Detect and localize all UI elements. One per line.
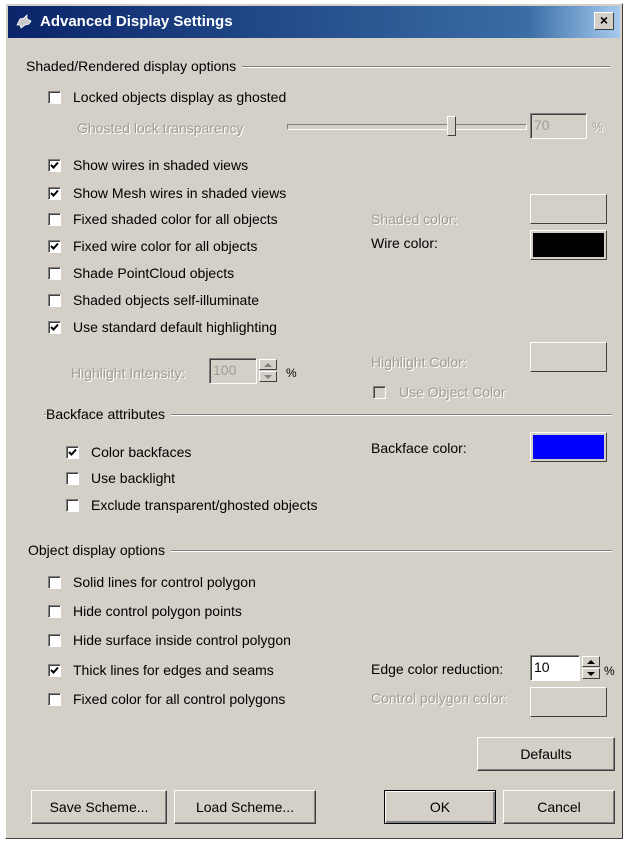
backface-color-swatch: [533, 435, 604, 459]
ghosted-transparency-slider-track[interactable]: [287, 124, 527, 130]
hide-surface-checkbox[interactable]: [48, 634, 61, 647]
close-button[interactable]: ×: [594, 12, 614, 30]
edge-reduction-up-button[interactable]: [582, 656, 600, 667]
backface-group-title: Backface attributes: [46, 406, 172, 422]
thick-lines-label: Thick lines for edges and seams: [73, 662, 274, 678]
highlight-intensity-label: Highlight Intensity:: [71, 365, 186, 381]
rhino-app-icon: [16, 14, 32, 29]
show-mesh-wires-label: Show Mesh wires in shaded views: [73, 185, 287, 201]
self-illuminate-checkbox[interactable]: [48, 294, 61, 307]
checkmark-icon: [68, 448, 77, 456]
highlight-intensity-up-button[interactable]: [259, 359, 277, 370]
color-backfaces-checkbox[interactable]: [66, 446, 79, 459]
checkmark-icon: [50, 666, 59, 674]
use-object-color-label: Use Object Color: [399, 384, 506, 400]
thick-lines-checkbox[interactable]: [48, 664, 61, 677]
load-scheme-button[interactable]: Load Scheme...: [174, 790, 316, 824]
wire-color-button[interactable]: [530, 230, 607, 260]
fixed-shaded-color-checkbox[interactable]: [48, 213, 61, 226]
use-backlight-label: Use backlight: [91, 470, 176, 486]
standard-highlighting-label: Use standard default highlighting: [73, 319, 277, 335]
self-illuminate-label: Shaded objects self-illuminate: [73, 292, 259, 308]
highlight-intensity-input[interactable]: 100: [209, 358, 257, 384]
shade-pointcloud-checkbox[interactable]: [48, 267, 61, 280]
ghosted-transparency-input[interactable]: 70: [530, 113, 587, 139]
control-polygon-color-label: Control polygon color:: [371, 690, 508, 706]
highlight-intensity-spinner[interactable]: [259, 359, 277, 383]
spin-down-icon: [587, 672, 595, 676]
locked-ghosted-label: Locked objects display as ghosted: [73, 89, 287, 105]
hide-surface-label: Hide surface inside control polygon: [73, 632, 291, 648]
hide-points-checkbox[interactable]: [48, 605, 61, 618]
save-scheme-button[interactable]: Save Scheme...: [31, 790, 167, 824]
wire-color-swatch: [533, 233, 604, 257]
wire-color-label: Wire color:: [371, 235, 438, 251]
ghosted-transparency-label: Ghosted lock transparency: [77, 120, 244, 136]
ghosted-transparency-slider-thumb[interactable]: [447, 116, 457, 136]
edge-reduction-spinner[interactable]: [582, 656, 600, 680]
spin-up-icon: [264, 363, 272, 367]
show-mesh-wires-checkbox[interactable]: [48, 187, 61, 200]
solid-lines-label: Solid lines for control polygon: [73, 574, 256, 590]
ok-button[interactable]: OK: [384, 790, 496, 824]
backface-color-label: Backface color:: [371, 440, 467, 456]
checkmark-icon: [50, 189, 59, 197]
fixed-polygon-color-checkbox[interactable]: [48, 693, 61, 706]
hide-points-label: Hide control polygon points: [73, 603, 242, 619]
ghosted-transparency-unit: %: [592, 120, 603, 134]
shaded-group-title: Shaded/Rendered display options: [26, 58, 243, 74]
highlight-color-button[interactable]: [530, 342, 607, 372]
checkmark-icon: [50, 161, 59, 169]
checkmark-icon: [50, 323, 59, 331]
backface-color-button[interactable]: [530, 432, 607, 462]
title-bar[interactable]: Advanced Display Settings ×: [8, 6, 620, 38]
edge-reduction-unit: %: [604, 664, 615, 678]
locked-ghosted-checkbox[interactable]: [48, 91, 61, 104]
spin-down-icon: [264, 375, 272, 379]
spin-up-icon: [587, 660, 595, 664]
fixed-wire-color-checkbox[interactable]: [48, 240, 61, 253]
defaults-button[interactable]: Defaults: [477, 737, 615, 771]
highlight-intensity-down-button[interactable]: [259, 371, 277, 382]
color-backfaces-label: Color backfaces: [91, 444, 192, 460]
fixed-wire-color-label: Fixed wire color for all objects: [73, 238, 258, 254]
highlight-color-label: Highlight Color:: [371, 354, 467, 370]
edge-reduction-label: Edge color reduction:: [371, 661, 504, 677]
shaded-color-label: Shaded color:: [371, 211, 458, 227]
edge-reduction-down-button[interactable]: [582, 668, 600, 679]
exclude-transparent-checkbox[interactable]: [66, 499, 79, 512]
standard-highlighting-checkbox[interactable]: [48, 321, 61, 334]
checkmark-icon: [50, 242, 59, 250]
advanced-display-settings-dialog: Advanced Display Settings × Shaded/Rende…: [5, 3, 623, 839]
use-object-color-checkbox[interactable]: [373, 386, 386, 399]
cancel-button[interactable]: Cancel: [503, 790, 615, 824]
show-wires-label: Show wires in shaded views: [73, 157, 249, 173]
window-title: Advanced Display Settings: [40, 13, 233, 30]
shaded-color-button[interactable]: [530, 194, 607, 224]
edge-reduction-input[interactable]: 10: [530, 655, 580, 681]
object-display-group-title: Object display options: [28, 542, 171, 558]
fixed-polygon-color-label: Fixed color for all control polygons: [73, 691, 286, 707]
use-backlight-checkbox[interactable]: [66, 472, 79, 485]
exclude-transparent-label: Exclude transparent/ghosted objects: [91, 497, 318, 513]
shade-pointcloud-label: Shade PointCloud objects: [73, 265, 235, 281]
control-polygon-color-button[interactable]: [530, 687, 607, 717]
fixed-shaded-color-label: Fixed shaded color for all objects: [73, 211, 278, 227]
solid-lines-checkbox[interactable]: [48, 576, 61, 589]
show-wires-checkbox[interactable]: [48, 159, 61, 172]
highlight-intensity-unit: %: [286, 366, 297, 380]
